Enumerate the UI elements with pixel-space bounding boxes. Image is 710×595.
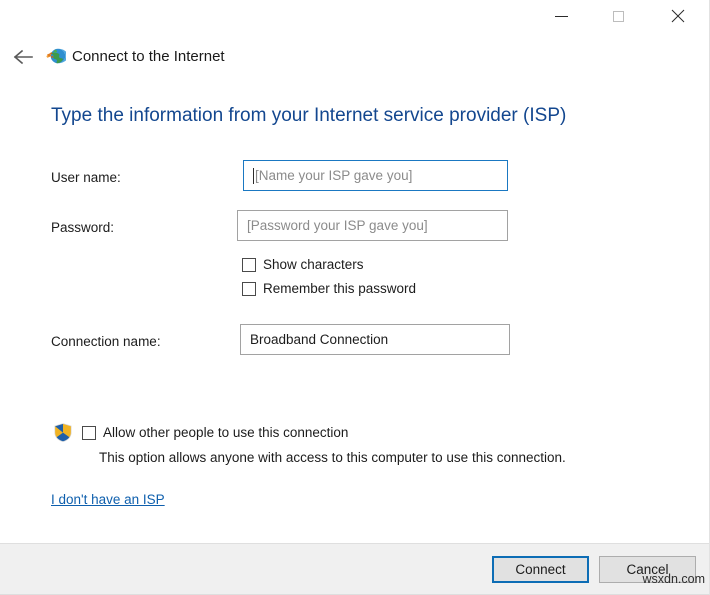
minimize-button[interactable] <box>538 0 584 32</box>
username-label: User name: <box>51 170 121 185</box>
password-input[interactable]: [Password your ISP gave you] <box>237 210 508 241</box>
close-icon <box>671 9 685 23</box>
connection-name-input[interactable]: Broadband Connection <box>240 324 510 355</box>
globe-plug-icon <box>46 47 66 67</box>
text-caret <box>253 168 254 184</box>
allow-others-label: Allow other people to use this connectio… <box>103 425 348 440</box>
show-characters-checkbox-row[interactable]: Show characters <box>242 257 364 272</box>
close-button[interactable] <box>655 0 701 32</box>
uac-shield-icon <box>54 423 72 442</box>
dialog-content: Type the information from your Internet … <box>0 86 710 543</box>
maximize-icon <box>613 11 624 22</box>
allow-others-row[interactable]: Allow other people to use this connectio… <box>54 423 348 442</box>
nav-title: Connect to the Internet <box>72 46 225 68</box>
password-label: Password: <box>51 220 114 235</box>
connection-name-label: Connection name: <box>51 334 161 349</box>
remember-password-checkbox[interactable] <box>242 282 256 296</box>
show-characters-label: Show characters <box>263 257 364 272</box>
no-isp-link[interactable]: I don't have an ISP <box>51 492 165 507</box>
show-characters-checkbox[interactable] <box>242 258 256 272</box>
minimize-icon <box>555 16 568 17</box>
nav-row: Connect to the Internet <box>0 44 710 74</box>
username-input[interactable]: [Name your ISP gave you] <box>243 160 508 191</box>
connection-name-value: Broadband Connection <box>250 332 388 347</box>
password-placeholder: [Password your ISP gave you] <box>247 218 428 233</box>
allow-others-checkbox[interactable] <box>82 426 96 440</box>
title-bar <box>0 0 710 38</box>
remember-password-label: Remember this password <box>263 281 416 296</box>
remember-password-checkbox-row[interactable]: Remember this password <box>242 281 416 296</box>
watermark: wsxdn.com <box>642 572 705 586</box>
back-button[interactable] <box>10 44 36 70</box>
page-heading: Type the information from your Internet … <box>51 105 566 127</box>
connect-button[interactable]: Connect <box>492 556 589 583</box>
maximize-button[interactable] <box>595 0 641 32</box>
dialog-footer: Connect Cancel <box>0 543 709 594</box>
allow-others-description: This option allows anyone with access to… <box>99 450 566 465</box>
connect-to-internet-dialog: Connect to the Internet Type the informa… <box>0 0 710 595</box>
back-arrow-icon <box>13 49 33 65</box>
username-placeholder: [Name your ISP gave you] <box>255 168 412 183</box>
